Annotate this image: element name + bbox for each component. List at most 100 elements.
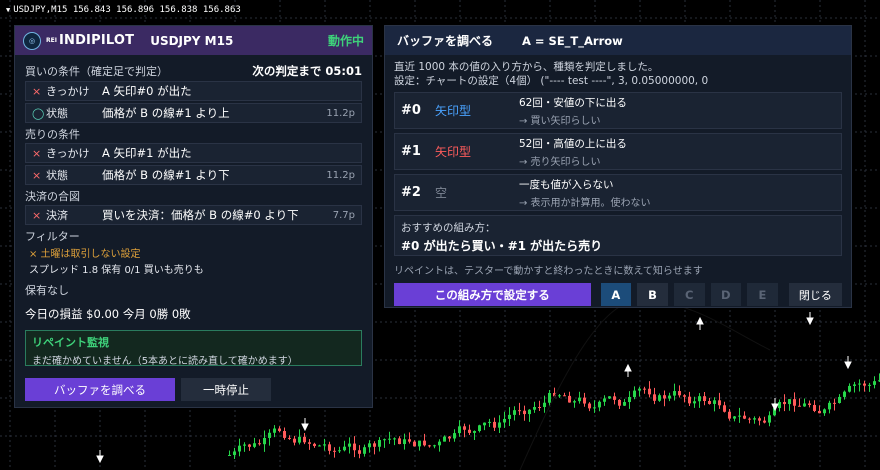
buffer-a-button[interactable]: A xyxy=(600,283,632,306)
candle-body xyxy=(853,384,856,386)
candle-body xyxy=(603,398,606,402)
candle-body xyxy=(363,447,366,454)
candle-body xyxy=(618,399,621,406)
candle-body xyxy=(843,391,846,397)
candle-body xyxy=(328,444,331,451)
buy-arrow-icon xyxy=(696,316,704,330)
candle-body xyxy=(428,445,431,447)
candle-body xyxy=(548,392,551,403)
sell-conditions-title: 売りの条件 xyxy=(25,128,80,141)
candle-body xyxy=(403,439,406,445)
ea-body: 買いの条件（確定足で判定） 次の判定まで 05:01 × きっかけ A 矢印#0… xyxy=(15,55,372,401)
buy-conditions-title: 買いの条件（確定足で判定） xyxy=(25,64,168,78)
buffer-c-button[interactable]: C xyxy=(673,283,705,306)
candle-body xyxy=(368,443,371,448)
candle-body xyxy=(808,403,811,405)
candle-body xyxy=(803,403,806,407)
candle-body xyxy=(748,418,751,420)
candle-body xyxy=(543,402,546,408)
candle-body xyxy=(448,436,451,439)
candle-body xyxy=(303,436,306,443)
candle-body xyxy=(833,402,836,404)
run-status: 動作中 xyxy=(327,34,364,48)
candle-body xyxy=(258,443,261,445)
candle-body xyxy=(228,454,231,456)
condition-kind: 状態 xyxy=(46,169,68,182)
candle-body xyxy=(273,428,276,433)
sell-arrow-icon xyxy=(301,418,309,432)
condition-kind: 決済 xyxy=(46,209,68,222)
candle-body xyxy=(383,439,386,441)
apply-setup-button[interactable]: この組み方で設定する xyxy=(394,283,591,306)
candle-body xyxy=(523,410,526,415)
candle-body xyxy=(253,443,256,447)
candle-body xyxy=(818,410,821,414)
sell-arrow-icon xyxy=(96,450,104,464)
candle-body xyxy=(763,420,766,423)
buffer-detail-hint: → 売り矢印らしい xyxy=(519,156,601,168)
candle-body xyxy=(583,397,586,404)
repaint-monitor: リペイント監視 まだ確かめていません（5本あとに読み直して確かめます） xyxy=(25,330,362,367)
candle-body xyxy=(413,441,416,447)
candle-body xyxy=(338,450,341,452)
condition-text: 価格が B の線#1 より下 xyxy=(102,168,230,182)
buffer-detail-hint: → 表示用か計算用。使わない xyxy=(519,197,651,209)
exit-row: × 決済 買いを決済：価格が B の線#0 より下 7.7p xyxy=(25,205,362,225)
candle-body xyxy=(293,438,296,443)
buffer-b-button[interactable]: B xyxy=(637,283,668,306)
candle-body xyxy=(538,407,541,409)
inspect-buffer-button[interactable]: バッファを調べる xyxy=(25,378,175,401)
close-button[interactable]: 閉じる xyxy=(788,283,843,306)
recommendation-box: おすすめの組み方： #0 が出たら買い・#1 が出たら売り xyxy=(394,215,842,256)
candle-body xyxy=(793,399,796,406)
fail-icon: × xyxy=(32,168,42,182)
fail-icon: × xyxy=(32,84,42,98)
candle-body xyxy=(453,433,456,439)
buffer-e-button[interactable]: E xyxy=(747,283,778,306)
candle-body xyxy=(828,402,831,410)
buy-arrow-icon xyxy=(624,363,632,377)
buffer-dialog-header: バッファを調べる A = SE_T_Arrow xyxy=(385,26,851,55)
buffer-index: #1 xyxy=(401,144,421,159)
candle-body xyxy=(263,437,266,445)
ea-header: ◎ REI INDIPILOT USDJPY M15 動作中 xyxy=(15,26,372,55)
candle-body xyxy=(323,444,326,446)
buffer-d-button[interactable]: D xyxy=(710,283,742,306)
repaint-message: まだ確かめていません（5本あとに読み直して確かめます） xyxy=(32,356,298,367)
dropdown-triangle-icon[interactable]: ▼ xyxy=(6,6,10,14)
buy-state-row: ◯ 状態 価格が B の線#1 より上 11.2p xyxy=(25,103,362,123)
buffer-target: A = SE_T_Arrow xyxy=(522,33,623,48)
candle-body xyxy=(463,426,466,430)
pause-button[interactable]: 一時停止 xyxy=(181,378,271,401)
pass-icon: ◯ xyxy=(32,106,45,120)
candle-body xyxy=(243,444,246,446)
candle-body xyxy=(613,396,616,400)
buffer-row: #1 矢印型 52回・高値の上に出る → 売り矢印らしい xyxy=(394,133,842,170)
brand-prefix: REI xyxy=(46,37,57,44)
candle-body xyxy=(288,437,291,439)
condition-value: 11.2p xyxy=(326,169,355,181)
candle-body xyxy=(318,445,321,447)
position-status: 保有なし xyxy=(25,284,69,297)
candle-body xyxy=(563,395,566,397)
repaint-title: リペイント監視 xyxy=(32,336,109,349)
candle-body xyxy=(493,421,496,428)
buffer-type: 矢印型 xyxy=(435,104,472,118)
next-judge-timer: 次の判定まで 05:01 xyxy=(252,63,362,78)
candle-body xyxy=(458,426,461,434)
buffer-detail-hint: → 買い矢印らしい xyxy=(519,115,601,127)
candle-body xyxy=(468,429,471,433)
buffer-detail-main: 一度も値が入らない xyxy=(519,178,614,191)
candle-body xyxy=(268,432,271,438)
buffer-index: #0 xyxy=(401,103,421,118)
candle-body xyxy=(248,444,251,447)
candle-body xyxy=(673,391,676,396)
brand-name: INDIPILOT xyxy=(58,33,135,48)
candle-body xyxy=(593,407,596,409)
buffer-detail-main: 62回・安値の下に出る xyxy=(519,96,627,109)
candle-body xyxy=(438,441,441,446)
buffer-description: 直近 1000 本の値の入り方から、種類を判定しました。 xyxy=(394,61,659,73)
candle-body xyxy=(348,443,351,447)
chart-symbol-line: ▼ USDJPY,M15 156.843 156.896 156.838 156.… xyxy=(6,5,241,15)
candle-body xyxy=(388,438,391,440)
